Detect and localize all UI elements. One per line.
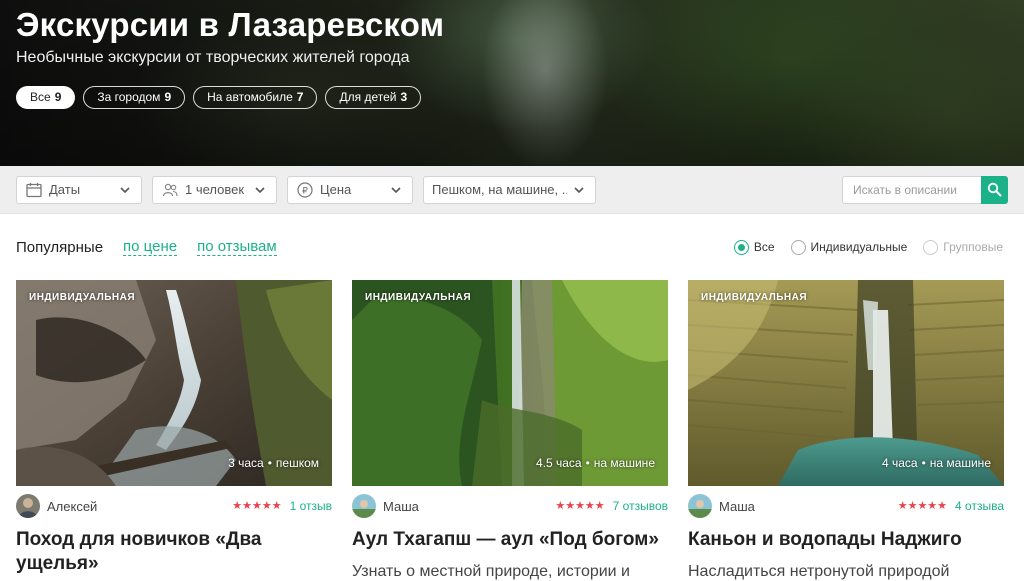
sort-by-reviews-link[interactable]: по отзывам	[197, 238, 277, 256]
radio-dot	[733, 239, 749, 255]
card-photo[interactable]: ИНДИВИДУАЛЬНАЯ 4.5 часа • на машине	[352, 280, 668, 486]
card-transport: на машине	[593, 456, 655, 470]
people-select[interactable]: 1 человек	[152, 175, 277, 204]
avatar[interactable]	[688, 494, 712, 518]
card-description: Насладиться нетронутой природой	[688, 563, 950, 580]
card-author-row: Алексей ★★★★★ 1 отзыв	[16, 493, 332, 519]
sort-row: Популярные по цене по отзывам Все Индиви…	[0, 214, 1024, 280]
chip-label: Все	[30, 90, 51, 104]
excursion-card[interactable]: ИНДИВИДУАЛЬНАЯ 4.5 часа • на машине Маша ★…	[352, 280, 668, 581]
card-duration: 3 часа	[228, 456, 264, 470]
dates-label: Даты	[49, 182, 81, 197]
chip-label: Для детей	[339, 90, 397, 104]
card-transport: на машине	[929, 456, 991, 470]
radio-group[interactable]: Групповые	[923, 239, 1003, 255]
chip-for-kids[interactable]: Для детей 3	[325, 86, 422, 109]
card-rating: ★★★★★ 7 отзывов	[555, 499, 668, 513]
sort-by-price-link[interactable]: по цене	[123, 238, 178, 256]
radio-individual[interactable]: Индивидуальные	[790, 239, 908, 255]
hero-banner: Экскурсии в Лазаревском Необычные экскур…	[0, 0, 1024, 166]
chip-all[interactable]: Все 9	[16, 86, 76, 109]
dates-select[interactable]: Даты	[16, 175, 142, 204]
people-icon	[162, 183, 178, 196]
chip-label: На автомобиле	[207, 90, 293, 104]
chip-count: 9	[54, 90, 62, 104]
author-name[interactable]: Алексей	[47, 499, 97, 514]
chip-count: 9	[164, 90, 172, 104]
card-author-row: Маша ★★★★★ 7 отзывов	[352, 493, 668, 519]
card-duration: 4 часа	[881, 456, 918, 470]
chevron-down-icon	[255, 186, 265, 193]
search-input[interactable]	[842, 175, 981, 204]
card-meta: 3 часа • пешком	[228, 456, 319, 470]
sort-popular: Популярные	[16, 238, 104, 256]
rating-stars-icon: ★★★★★	[232, 500, 282, 512]
filter-bar: Даты 1 человек ₽ Цена Пешком, на машине,…	[0, 166, 1024, 214]
excursion-card[interactable]: ИНДИВИДУАЛЬНАЯ 4 часа • на машине Маша ★★★…	[688, 280, 1004, 581]
card-title[interactable]: Поход для новичков «Два ущелья»	[16, 528, 332, 576]
chip-count: 3	[400, 90, 408, 104]
transport-select[interactable]: Пешком, на машине, ...	[423, 175, 596, 204]
card-tag: ИНДИВИДУАЛЬНАЯ	[701, 292, 808, 303]
card-tag: ИНДИВИДУАЛЬНАЯ	[365, 292, 472, 303]
rating-stars-icon: ★★★★★	[555, 500, 605, 512]
card-rating: ★★★★★ 1 отзыв	[232, 499, 332, 513]
radio-label: Все	[753, 240, 775, 254]
people-label: 1 человек	[185, 182, 245, 197]
group-type-filter: Все Индивидуальные Групповые	[733, 239, 1003, 255]
author-name[interactable]: Маша	[383, 499, 419, 514]
card-photo[interactable]: ИНДИВИДУАЛЬНАЯ 4 часа • на машине	[688, 280, 1004, 486]
card-tag: ИНДИВИДУАЛЬНАЯ	[29, 292, 136, 303]
card-rating: ★★★★★ 4 отзыва	[898, 499, 1004, 513]
page-title: Экскурсии в Лазаревском	[16, 6, 445, 43]
card-photo[interactable]: ИНДИВИДУАЛЬНАЯ 3 часа • пешком	[16, 280, 332, 486]
card-description: Узнать о местной природе, истории и	[352, 563, 630, 580]
excursion-card[interactable]: ИНДИВИДУАЛЬНАЯ 3 часа • пешком Алексей ★★★…	[16, 280, 332, 581]
card-title[interactable]: Аул Тхагапш — аул «Под богом»	[352, 528, 668, 552]
radio-label: Индивидуальные	[810, 240, 908, 254]
transport-label: Пешком, на машине, ...	[432, 182, 567, 197]
radio-dot	[923, 239, 939, 255]
author-name[interactable]: Маша	[719, 499, 755, 514]
chevron-down-icon	[120, 186, 130, 193]
search-icon	[987, 182, 1002, 197]
price-select[interactable]: ₽ Цена	[287, 175, 413, 204]
excursion-cards: ИНДИВИДУАЛЬНАЯ 3 часа • пешком Алексей ★★★…	[0, 280, 1024, 581]
card-meta: 4 часа • на машине	[881, 456, 991, 470]
avatar[interactable]	[352, 494, 376, 518]
category-chips: Все 9 За городом 9 На автомобиле 7 Для дете…	[16, 86, 1008, 109]
chip-out-of-town[interactable]: За городом 9	[83, 86, 186, 109]
svg-text:₽: ₽	[302, 186, 308, 196]
card-transport: пешком	[275, 456, 319, 470]
ruble-icon: ₽	[297, 181, 313, 198]
reviews-link[interactable]: 1 отзыв	[290, 499, 332, 513]
card-duration: 4.5 часа	[535, 456, 582, 470]
avatar[interactable]	[16, 494, 40, 518]
chip-label: За городом	[97, 90, 161, 104]
card-title[interactable]: Каньон и водопады Наджиго	[688, 528, 1004, 552]
rating-stars-icon: ★★★★★	[897, 500, 948, 512]
chip-by-car[interactable]: На автомобиле 7	[193, 86, 318, 109]
radio-label: Групповые	[943, 240, 1003, 254]
price-label: Цена	[320, 182, 352, 197]
search-button[interactable]	[981, 175, 1008, 204]
search-box	[842, 175, 1008, 204]
reviews-link[interactable]: 4 отзыва	[955, 499, 1004, 513]
radio-dot	[790, 239, 806, 255]
reviews-link[interactable]: 7 отзывов	[613, 499, 668, 513]
card-author-row: Маша ★★★★★ 4 отзыва	[688, 493, 1004, 519]
card-meta: 4.5 часа • на машине	[535, 456, 655, 470]
page-subtitle: Необычные экскурсии от творческих жителе…	[16, 49, 410, 66]
chevron-down-icon	[391, 186, 401, 193]
radio-all[interactable]: Все	[733, 239, 775, 255]
chip-count: 7	[296, 90, 304, 104]
chevron-down-icon	[574, 186, 584, 193]
calendar-icon	[26, 182, 42, 197]
